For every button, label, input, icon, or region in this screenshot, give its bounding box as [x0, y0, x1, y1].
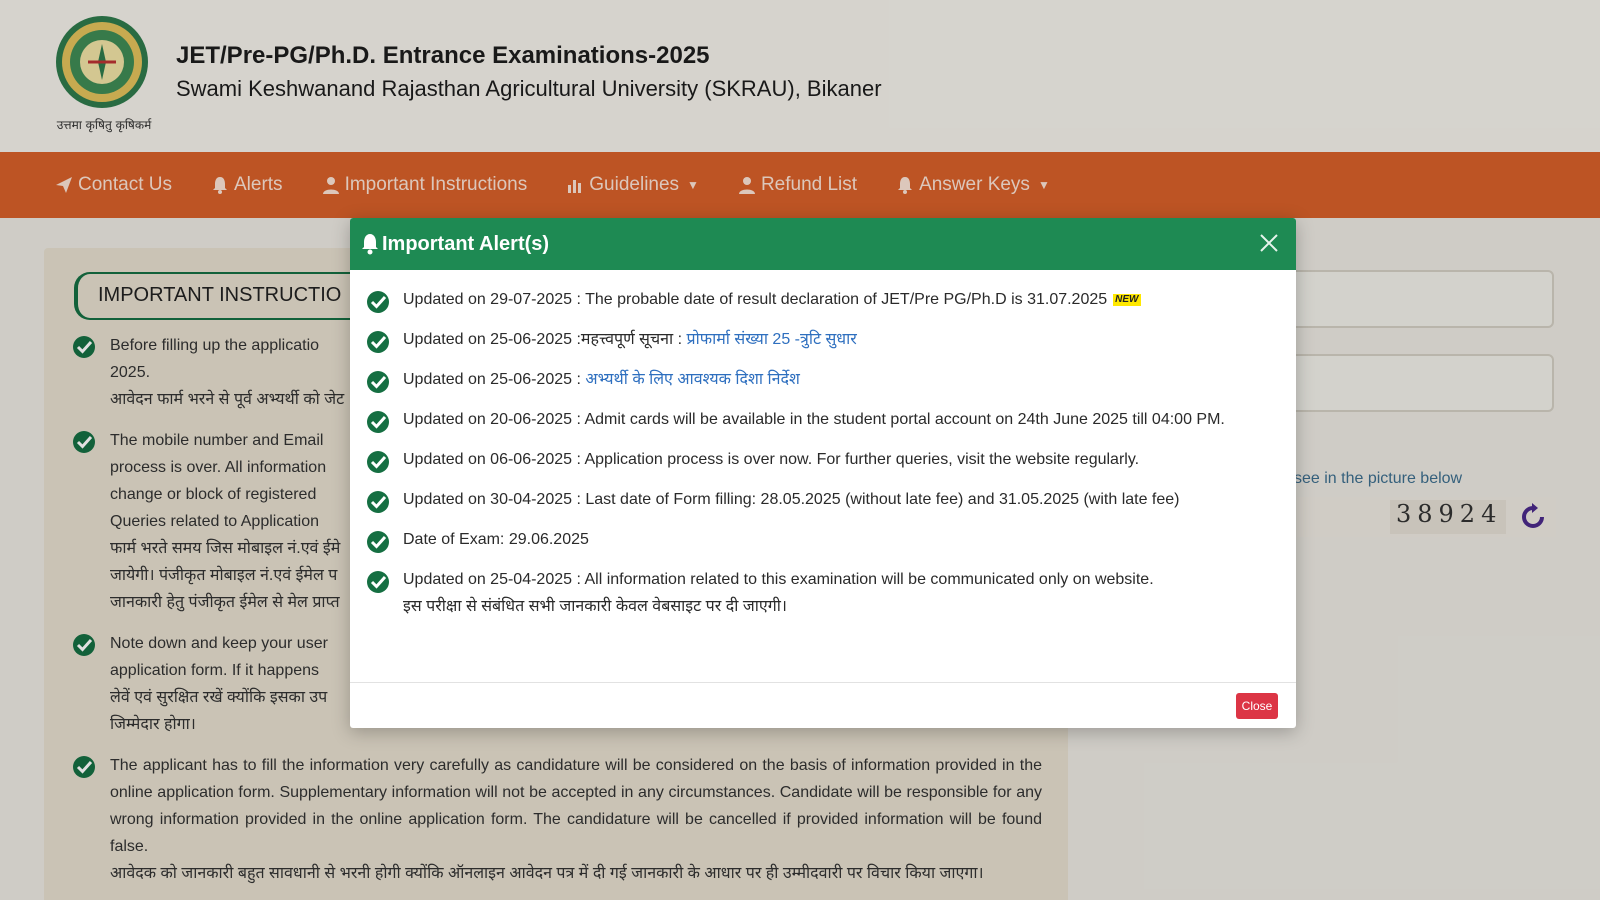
- alert-text: Updated on 20-06-2025 : Admit cards will…: [403, 411, 1225, 428]
- alert-text: Updated on 25-04-2025 : All information …: [403, 571, 1154, 588]
- close-button[interactable]: Close: [1236, 693, 1278, 719]
- check-circle-icon: [367, 371, 389, 393]
- close-icon[interactable]: [1256, 230, 1282, 256]
- modal-header: Important Alert(s): [350, 218, 1296, 270]
- alert-text: Updated on 25-06-2025 :: [403, 371, 586, 388]
- check-circle-icon: [367, 531, 389, 553]
- alert-text: Updated on 29-07-2025 : The probable dat…: [403, 291, 1108, 308]
- new-badge: NEW: [1113, 293, 1141, 306]
- list-item: Updated on 29-07-2025 : The probable dat…: [366, 286, 1282, 313]
- alerts-modal: Important Alert(s) Updated on 29-07-2025…: [350, 218, 1296, 728]
- list-item: Updated on 25-06-2025 :महत्त्वपूर्ण सूचन…: [366, 326, 1282, 353]
- list-item: Updated on 25-06-2025 : अभ्यर्थी के लिए …: [366, 366, 1282, 393]
- check-circle-icon: [367, 331, 389, 353]
- list-item: Updated on 30-04-2025 : Last date of For…: [366, 486, 1282, 513]
- proforma-25-link[interactable]: प्रोफार्मा संख्या 25 -त्रुटि सुधार: [687, 331, 857, 348]
- modal-footer: Close: [350, 682, 1296, 728]
- alert-text: Updated on 30-04-2025 : Last date of For…: [403, 491, 1180, 508]
- alert-text: Date of Exam: 29.06.2025: [403, 531, 589, 548]
- check-circle-icon: [367, 451, 389, 473]
- check-circle-icon: [367, 491, 389, 513]
- alert-text: Updated on 06-06-2025 : Application proc…: [403, 451, 1140, 468]
- list-item: Updated on 20-06-2025 : Admit cards will…: [366, 406, 1282, 433]
- list-item: Date of Exam: 29.06.2025: [366, 526, 1282, 553]
- check-circle-icon: [367, 571, 389, 593]
- check-circle-icon: [367, 291, 389, 313]
- list-item: Updated on 06-06-2025 : Application proc…: [366, 446, 1282, 473]
- alerts-list: Updated on 29-07-2025 : The probable dat…: [350, 270, 1296, 620]
- alert-hindi-text: इस परीक्षा से संबंधित सभी जानकारी केवल व…: [403, 598, 787, 615]
- check-circle-icon: [367, 411, 389, 433]
- bell-icon: [362, 234, 378, 255]
- modal-title: Important Alert(s): [382, 232, 550, 255]
- list-item: Updated on 25-04-2025 : All information …: [366, 566, 1282, 620]
- alert-text: Updated on 25-06-2025 :महत्त्वपूर्ण सूचन…: [403, 331, 687, 348]
- candidate-guidelines-link[interactable]: अभ्यर्थी के लिए आवश्यक दिशा निर्देश: [585, 371, 800, 388]
